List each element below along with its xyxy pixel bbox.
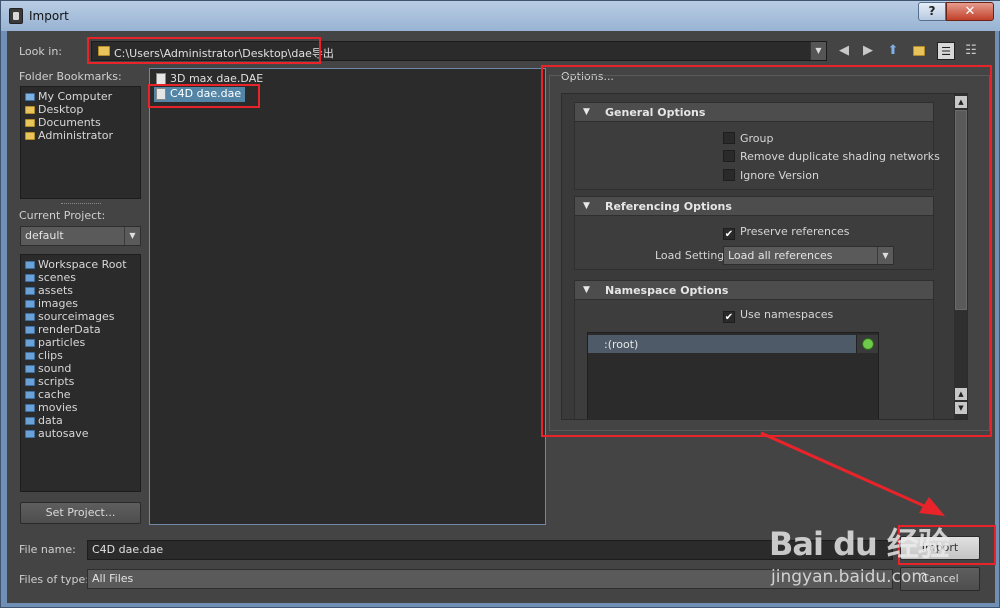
import-dialog: Import ? ✕ Look in: C:\Users\Administrat…	[0, 0, 1000, 608]
annotation-arrow	[760, 431, 945, 516]
